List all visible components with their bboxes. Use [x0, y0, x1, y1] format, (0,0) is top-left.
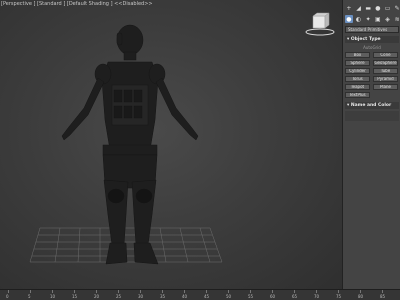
create-icon[interactable]: +	[345, 4, 353, 12]
timeline-tick	[272, 290, 273, 293]
plane-button[interactable]: Plane	[373, 84, 398, 90]
create-category-row: ● ◐ ✦ ▣ ◈ ≋	[345, 14, 400, 24]
modify-icon[interactable]: ◢	[355, 4, 363, 12]
tube-button[interactable]: Tube	[373, 68, 398, 74]
primitive-type-dropdown[interactable]: Standard Primitives	[345, 26, 399, 33]
timeline-tick-label: 75	[336, 294, 342, 299]
perspective-viewport[interactable]: [Perspective ] [Standard ] [Default Shad…	[0, 0, 342, 289]
scene-view	[29, 24, 223, 265]
timeline-tick-label: 85	[380, 294, 386, 299]
torus-button[interactable]: Torus	[345, 76, 370, 82]
timeline-tick	[52, 290, 53, 293]
motion-icon[interactable]: ●	[374, 4, 382, 12]
hierarchy-icon[interactable]: ▬	[364, 4, 372, 12]
command-panel-tabs: + ◢ ▬ ● ▭ ✎	[345, 3, 400, 13]
timeline-tick-label: 25	[116, 294, 122, 299]
timeline-tick-label: 10	[50, 294, 56, 299]
timeline-tick-label: 5	[28, 294, 31, 299]
timeline-tick	[382, 290, 383, 293]
command-panel: + ◢ ▬ ● ▭ ✎ ● ◐ ✦ ▣ ◈ ≋ Standard Primiti…	[342, 0, 400, 289]
timeline-tick-label: 35	[160, 294, 166, 299]
timeline-tick	[162, 290, 163, 293]
box-button[interactable]: Box	[345, 52, 370, 58]
timeline-tick	[360, 290, 361, 293]
timeline-tick-label: 65	[292, 294, 298, 299]
utilities-icon[interactable]: ✎	[393, 4, 400, 12]
timeline-tick	[184, 290, 185, 293]
timeline-tick	[228, 290, 229, 293]
object-type-header-label: Object Type	[350, 37, 381, 42]
helpers-icon[interactable]: ◈	[384, 15, 392, 23]
object-type-rollout-header[interactable]: ▾ Object Type	[345, 36, 399, 43]
geometry-icon[interactable]: ●	[345, 15, 353, 23]
timeline-tick-label: 70	[314, 294, 320, 299]
name-field[interactable]	[345, 111, 399, 121]
timeline-tick	[206, 290, 207, 293]
pyramid-button[interactable]: Pyramid	[373, 76, 398, 82]
spacewarps-icon[interactable]: ≋	[393, 15, 400, 23]
timeline-tick-label: 60	[270, 294, 276, 299]
timeline-tick-label: 40	[182, 294, 188, 299]
timeline-tick-label: 20	[94, 294, 100, 299]
autogrid-checkbox[interactable]: AutoGrid	[345, 45, 399, 50]
timeline-tick	[118, 290, 119, 293]
timeline-tick	[250, 290, 251, 293]
cameras-icon[interactable]: ▣	[374, 15, 382, 23]
timeline-tick	[316, 290, 317, 293]
lights-icon[interactable]: ✦	[364, 15, 372, 23]
cylinder-button[interactable]: Cylinder	[345, 68, 370, 74]
cone-button[interactable]: Cone	[373, 52, 398, 58]
timeline-tick-label: 55	[248, 294, 254, 299]
viewcube[interactable]	[300, 8, 340, 38]
geosphere-button[interactable]: GeoSphere	[373, 60, 398, 66]
timeline-tick-label: 15	[72, 294, 78, 299]
display-icon[interactable]: ▭	[384, 4, 392, 12]
timeline-tick	[74, 290, 75, 293]
timeline-tick	[8, 290, 9, 293]
timeline-tick-label: 80	[358, 294, 364, 299]
sphere-button[interactable]: Sphere	[345, 60, 370, 66]
shapes-icon[interactable]: ◐	[355, 15, 363, 23]
name-and-color-header-label: Name and Color	[350, 103, 392, 108]
timeline-tick-label: 45	[204, 294, 210, 299]
timeline-tick	[338, 290, 339, 293]
timeline-tick	[96, 290, 97, 293]
timeline-tick	[30, 290, 31, 293]
teapot-button[interactable]: Teapot	[345, 84, 370, 90]
textplus-button[interactable]: TextPlus	[345, 92, 370, 98]
timeline-tick-label: 30	[138, 294, 144, 299]
name-and-color-rollout-header[interactable]: ▾ Name and Color	[345, 102, 399, 109]
timeline-tick	[294, 290, 295, 293]
timeline-tick-label: 0	[6, 294, 9, 299]
timeline-ruler[interactable]: 0 5 10 15 20 25 30 35 40 45 50 55 60 65 70 75 80 85	[0, 289, 400, 300]
timeline-tick	[140, 290, 141, 293]
timeline-tick-label: 50	[226, 294, 232, 299]
